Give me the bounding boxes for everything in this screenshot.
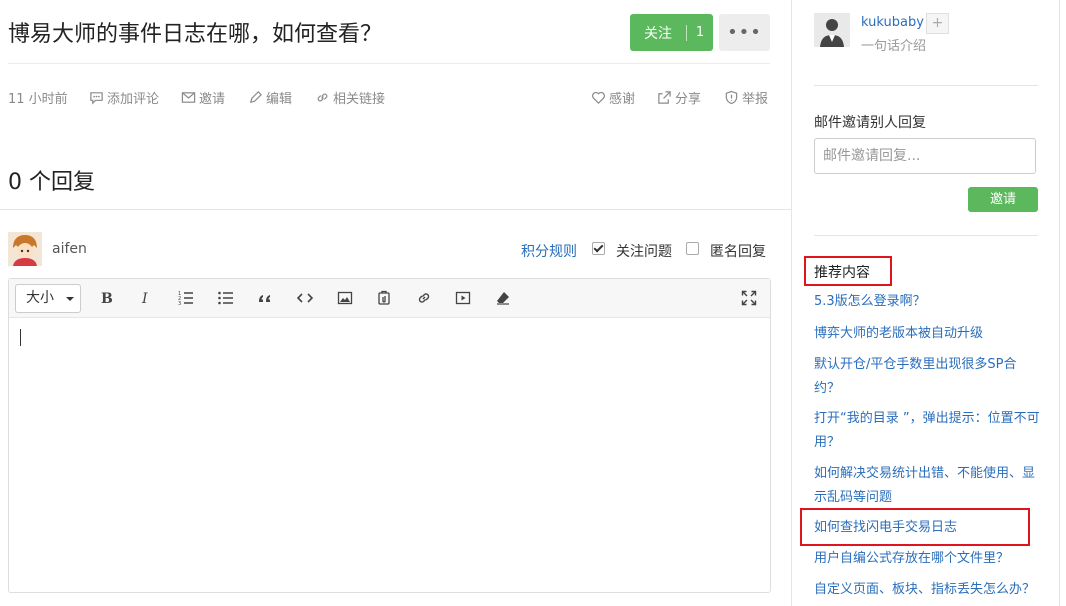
follow-button-label: 关注 bbox=[644, 25, 672, 42]
editor-toolbar: 大小 B I 123 bbox=[9, 279, 770, 318]
highlight-box-recommend bbox=[804, 256, 892, 286]
pencil-icon bbox=[249, 91, 262, 104]
report-label: 举报 bbox=[742, 92, 769, 107]
post-time: 11 小时前 bbox=[8, 88, 68, 107]
recommend-link[interactable]: 博弈大师的老版本被自动升级 bbox=[814, 322, 1040, 346]
attachment-icon[interactable] bbox=[374, 288, 394, 308]
follow-question-checkbox[interactable] bbox=[592, 242, 605, 255]
code-icon[interactable] bbox=[295, 288, 315, 308]
eraser-icon[interactable] bbox=[493, 288, 513, 308]
font-size-select[interactable]: 大小 bbox=[15, 284, 81, 313]
text-cursor bbox=[20, 329, 21, 346]
quote-icon[interactable] bbox=[255, 288, 275, 308]
related-links-link[interactable]: 相关链接 bbox=[315, 88, 385, 107]
edit-link[interactable]: 编辑 bbox=[248, 88, 292, 107]
recommend-link[interactable]: 用户自编公式存放在哪个文件里？ bbox=[814, 547, 1040, 571]
comment-icon bbox=[90, 92, 103, 105]
envelope-icon bbox=[181, 92, 196, 103]
post-time-text: 11 小时前 bbox=[8, 92, 68, 107]
share-link[interactable]: 分享 bbox=[657, 88, 701, 107]
invite-section-title: 邮件邀请别人回复 bbox=[814, 115, 926, 131]
report-link[interactable]: 举报 bbox=[724, 88, 768, 107]
shield-icon bbox=[725, 90, 738, 105]
add-comment-link[interactable]: 添加评论 bbox=[89, 88, 159, 107]
font-size-label: 大小 bbox=[26, 290, 54, 306]
link-insert-icon[interactable] bbox=[414, 288, 434, 308]
author-intro: 一句话介绍 bbox=[861, 39, 927, 54]
share-icon bbox=[658, 91, 671, 104]
follow-question-label: 关注问题 bbox=[616, 244, 672, 260]
chevron-down-icon bbox=[66, 297, 74, 301]
recommend-link[interactable]: 默认开仓/平仓手数里出现很多SP合约？ bbox=[814, 353, 1040, 401]
title-divider bbox=[8, 63, 770, 64]
avatar bbox=[8, 232, 42, 266]
fullscreen-icon[interactable] bbox=[739, 288, 759, 308]
invite-label: 邀请 bbox=[199, 92, 226, 107]
video-icon[interactable] bbox=[453, 288, 473, 308]
more-button[interactable]: ••• bbox=[719, 14, 770, 51]
invite-button[interactable]: 邀请 bbox=[968, 187, 1038, 212]
invite-link[interactable]: 邀请 bbox=[181, 88, 225, 107]
add-comment-label: 添加评论 bbox=[107, 92, 160, 107]
heart-icon bbox=[592, 91, 605, 104]
anonymous-checkbox[interactable] bbox=[686, 242, 699, 255]
sidebar: kukubaby + 一句话介绍 邮件邀请别人回复 邮件邀请回复... 邀请 推… bbox=[792, 0, 1066, 606]
sidebar-edge bbox=[1059, 0, 1060, 606]
question-title: 博易大师的事件日志在哪，如何查看？ bbox=[8, 22, 383, 47]
answer-count: 0 个回复 bbox=[8, 170, 95, 195]
bold-icon[interactable]: B bbox=[96, 288, 116, 308]
author-name-link[interactable]: kukubaby bbox=[861, 15, 924, 30]
follow-user-button[interactable]: + bbox=[926, 13, 949, 34]
answers-divider bbox=[0, 209, 791, 210]
recommend-link[interactable]: 如何解决交易统计出错、不能使用、显示乱码等问题 bbox=[814, 462, 1040, 510]
link-icon bbox=[317, 93, 328, 102]
svg-text:I: I bbox=[141, 291, 148, 306]
reply-editor[interactable]: 大小 B I 123 bbox=[8, 278, 771, 593]
anonymous-label: 匿名回复 bbox=[710, 244, 766, 260]
recommend-link[interactable]: 自定义页面、板块、指标丢失怎么办？ bbox=[814, 578, 1040, 602]
unordered-list-icon[interactable] bbox=[216, 288, 236, 308]
recommend-link[interactable]: 5.3版怎么登录啊？ bbox=[814, 290, 1040, 314]
thanks-link[interactable]: 感谢 bbox=[591, 88, 635, 107]
sidebar-divider bbox=[814, 85, 1038, 86]
edit-label: 编辑 bbox=[266, 92, 293, 107]
svg-text:3: 3 bbox=[178, 301, 181, 306]
ordered-list-icon[interactable]: 123 bbox=[176, 288, 196, 308]
image-icon[interactable] bbox=[335, 288, 355, 308]
share-label: 分享 bbox=[675, 92, 702, 107]
recommend-link[interactable]: 打开“我的目录 ”，弹出提示：位置不可用？ bbox=[814, 407, 1040, 455]
highlight-box-link bbox=[800, 508, 1030, 546]
thanks-label: 感谢 bbox=[609, 92, 636, 107]
user-avatar[interactable] bbox=[814, 13, 850, 47]
sidebar-divider bbox=[814, 235, 1038, 236]
points-rules-link[interactable]: 积分规则 bbox=[521, 241, 577, 261]
question-main: 博易大师的事件日志在哪，如何查看？ 关注 1 ••• 11 小时前 添加评论 邀… bbox=[0, 0, 791, 606]
svg-text:B: B bbox=[101, 291, 113, 306]
composer-username[interactable]: aifen bbox=[52, 241, 87, 257]
follow-count: 1 bbox=[695, 25, 705, 40]
related-links-label: 相关链接 bbox=[333, 92, 386, 107]
italic-icon[interactable]: I bbox=[136, 288, 156, 308]
follow-button[interactable]: 关注 1 bbox=[630, 14, 713, 51]
invite-email-input[interactable]: 邮件邀请回复... bbox=[814, 138, 1036, 174]
